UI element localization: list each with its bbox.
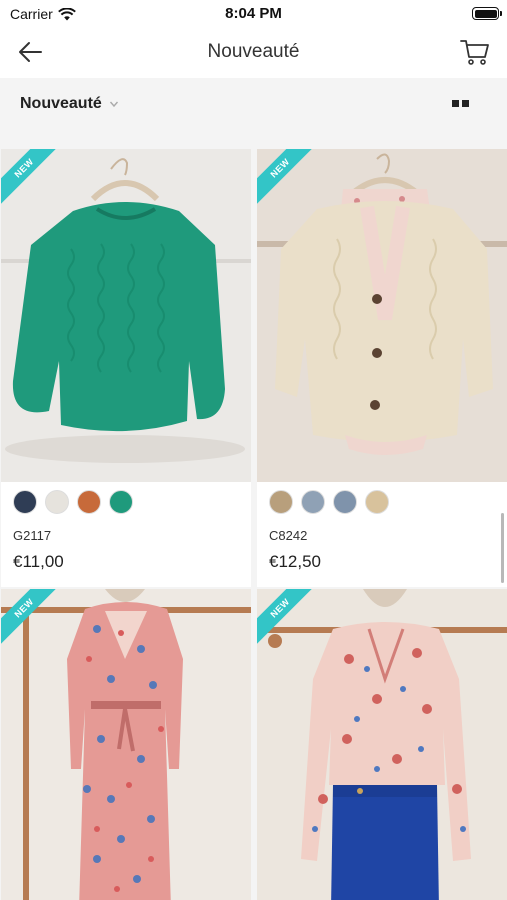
product-card[interactable]: NEW (1, 589, 251, 900)
product-price: €12,50 (269, 552, 321, 571)
color-swatch[interactable] (77, 490, 101, 514)
scrollbar[interactable] (501, 513, 504, 583)
color-swatch[interactable] (13, 490, 37, 514)
category-dropdown[interactable]: Nouveauté (20, 95, 119, 113)
battery-icon (472, 7, 502, 20)
back-button[interactable] (14, 38, 46, 66)
product-photo[interactable]: NEW (257, 589, 507, 900)
product-card[interactable]: NEW G2117 €11,00 (1, 149, 251, 587)
product-photo[interactable]: NEW (1, 589, 251, 900)
product-reference: G2117 (13, 528, 52, 543)
clock: 8:04 PM (225, 5, 282, 22)
page-title: Nouveauté (207, 41, 300, 62)
category-label: Nouveauté (20, 95, 102, 112)
filter-bar: Nouveauté (0, 78, 507, 134)
color-swatches (1, 482, 251, 522)
navigation-bar: Nouveauté (0, 26, 507, 78)
product-photo[interactable]: NEW (1, 149, 251, 482)
arrow-left-icon (19, 42, 42, 62)
color-swatch[interactable] (269, 490, 293, 514)
grid-view-icon[interactable] (452, 100, 469, 107)
chevron-down-icon (109, 101, 118, 108)
color-swatch[interactable] (109, 490, 133, 514)
product-photo[interactable]: NEW (257, 149, 507, 482)
product-grid: NEW G2117 €11,00 NEW C8242 €12,50 NEW NE… (0, 134, 507, 900)
product-price: €11,00 (13, 552, 64, 571)
status-bar: Carrier 8:04 PM (0, 0, 507, 26)
color-swatch[interactable] (45, 490, 69, 514)
color-swatches (257, 482, 507, 522)
product-card[interactable]: NEW C8242 €12,50 (257, 149, 507, 587)
color-swatch[interactable] (333, 490, 357, 514)
product-reference: C8242 (269, 528, 308, 543)
color-swatch[interactable] (301, 490, 325, 514)
color-swatch[interactable] (365, 490, 389, 514)
product-card[interactable]: NEW (257, 589, 507, 900)
cart-button[interactable] (459, 37, 491, 67)
cart-icon (460, 40, 489, 65)
